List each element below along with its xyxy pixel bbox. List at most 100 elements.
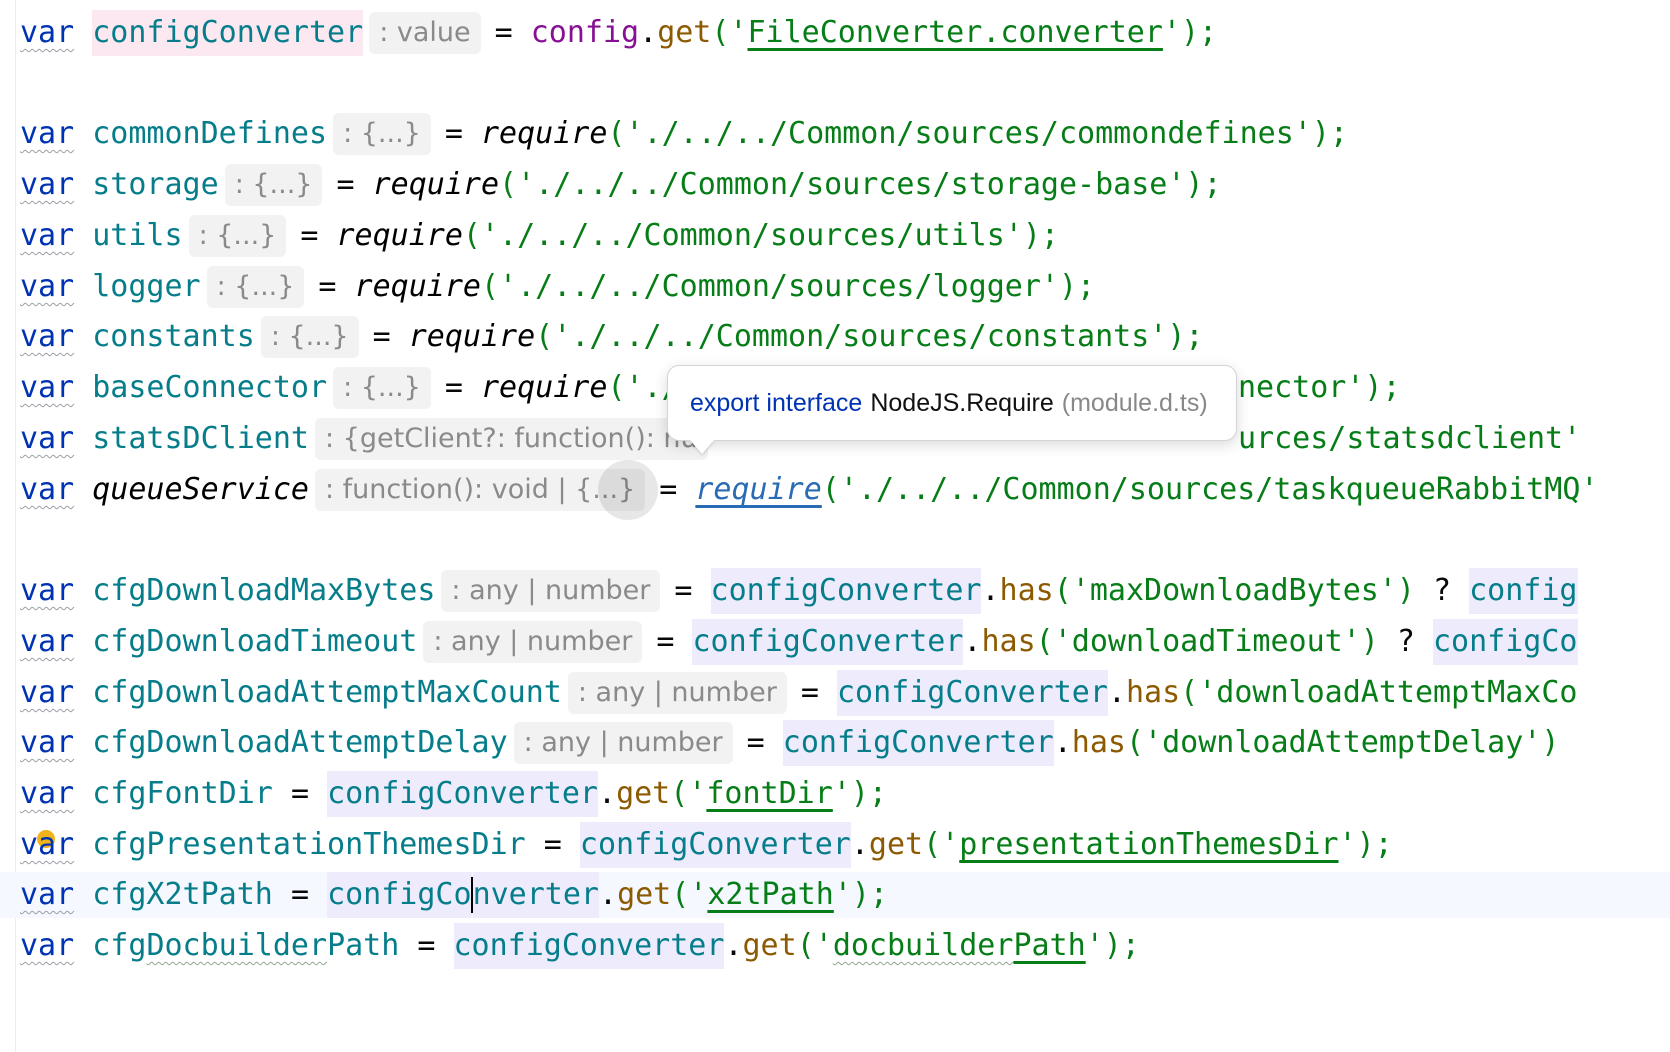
code-line-cfgDownloadAttemptDelay[interactable]: var cfgDownloadAttemptDelay: any | numbe… (20, 720, 1559, 766)
variable-name[interactable]: queueService (92, 467, 309, 513)
keyword-var: var (20, 776, 75, 811)
reference[interactable]: config (1469, 568, 1578, 614)
variable-name[interactable]: cfgDownloadMaxBytes (92, 568, 435, 614)
keyword-var: var (20, 827, 75, 862)
string-arg: ('./../../Common/sources/utils'); (462, 218, 1059, 253)
code-line-commonDefines[interactable]: var commonDefines: {...} = require ('./../… (20, 111, 1348, 157)
string-arg[interactable]: FileConverter.converter (748, 10, 1163, 56)
string-arg[interactable]: presentationThemesDir (959, 822, 1338, 868)
method-call[interactable]: get (616, 771, 670, 817)
code-line-logger[interactable]: var logger: {...} = require ('./../../Comm… (20, 264, 1095, 310)
reference[interactable]: configConverter (692, 619, 964, 665)
reference[interactable]: configConverter (782, 720, 1054, 766)
string-arg: ('downloadAttemptDelay') (1125, 725, 1560, 760)
method-call[interactable]: has (1000, 568, 1054, 614)
variable-name-suffix[interactable]: Path (327, 923, 399, 969)
code-line-constants[interactable]: var constants: {...} = require ('./../../C… (20, 314, 1203, 360)
reference[interactable]: configConverter (836, 670, 1108, 716)
variable-name[interactable]: cfgDownloadAttemptMaxCount (92, 670, 562, 716)
quick-doc-tooltip: export interface NodeJS.Require (module.… (667, 365, 1237, 441)
variable-name[interactable]: commonDefines (92, 111, 327, 157)
code-editor[interactable]: var configConverter: value = config. get ('… (0, 0, 1670, 1052)
require-call[interactable]: require (409, 314, 535, 360)
code-line-cfgDocbuilderPath[interactable]: var cfg Docbuilder Path = configConverter.… (20, 923, 1140, 969)
inlay-type-hint: : {getClient?: function(): nu (315, 418, 708, 460)
code-line-cfgPresentationThemesDir[interactable]: var cfgPresentationThemesDir = configCon… (20, 822, 1393, 868)
code-line-cfgDownloadMaxBytes[interactable]: var cfgDownloadMaxBytes: any | number = c… (20, 568, 1578, 614)
code-line-configConverter[interactable]: var configConverter: value = config. get ('… (20, 10, 1217, 56)
method-call[interactable]: get (743, 923, 797, 969)
variable-name[interactable]: cfgDownloadTimeout (92, 619, 417, 665)
dot: . (1053, 725, 1072, 760)
inlay-type-hint: : any | number (567, 672, 787, 714)
inlay-type-hint: : {...} (333, 367, 431, 409)
code-line-baseConnector-tail: nector'); (1238, 365, 1401, 411)
reference[interactable]: configCo (1433, 619, 1578, 665)
method-call[interactable]: get (869, 822, 923, 868)
variable-name-prefix[interactable]: cfg (92, 923, 146, 969)
reference[interactable]: configConverter (453, 923, 725, 969)
string-arg-typo[interactable]: docbuilder (833, 923, 1014, 969)
reference[interactable]: configConverter (327, 771, 598, 817)
string-arg: ('./../../Common/sources/storage-base'); (499, 167, 1222, 202)
tooltip-type-name[interactable]: NodeJS.Require (870, 389, 1053, 418)
variable-name[interactable]: cfgDownloadAttemptDelay (92, 720, 507, 766)
inlay-type-hint: : {...} (206, 266, 305, 308)
object-ref[interactable]: config (531, 10, 639, 56)
string-arg[interactable]: Path (1013, 923, 1085, 969)
require-link[interactable]: require (695, 467, 821, 513)
variable-name[interactable]: baseConnector (92, 365, 327, 411)
variable-name[interactable]: statsDClient (92, 416, 309, 462)
operator: = (336, 167, 355, 202)
method-call[interactable]: has (981, 619, 1035, 665)
string-close: '); (1162, 15, 1218, 50)
inlay-type-hint: : any | number (423, 621, 643, 663)
variable-name[interactable]: storage (92, 162, 218, 208)
operator: = (674, 573, 693, 608)
reference[interactable]: configConverter (710, 568, 982, 614)
string-arg: ('downloadTimeout') (1035, 624, 1379, 659)
method-call[interactable]: get (657, 10, 711, 56)
variable-name[interactable]: cfgX2tPath (92, 872, 273, 918)
variable-name[interactable]: utils (92, 213, 182, 259)
code-line-utils[interactable]: var utils: {...} = require ('./../../Commo… (20, 213, 1059, 259)
method-call[interactable]: has (1126, 670, 1180, 716)
require-call[interactable]: require (336, 213, 462, 259)
variable-name[interactable]: logger (92, 264, 200, 310)
operator: = (318, 269, 337, 304)
require-call[interactable]: require (481, 111, 607, 157)
keyword-var: var (20, 15, 75, 50)
code-line-baseConnector[interactable]: var baseConnector: {...} = require ('./ (20, 365, 680, 411)
method-call[interactable]: has (1072, 720, 1126, 766)
code-line-queueService[interactable]: var queueService: function(): void | {..… (20, 467, 1598, 513)
string-open: (' (796, 928, 833, 963)
require-call[interactable]: require (481, 365, 607, 411)
code-line-cfgDownloadTimeout[interactable]: var cfgDownloadTimeout: any | number = co… (20, 619, 1578, 665)
string-arg[interactable]: x2tPath (707, 872, 833, 918)
variable-name[interactable]: constants (92, 314, 255, 360)
reference-before-caret[interactable]: configCo (327, 872, 472, 918)
method-call[interactable]: get (617, 872, 671, 918)
variable-name[interactable]: configConverter (92, 10, 364, 56)
code-line-cfgX2tPath[interactable]: var cfgX2tPath = configCo nverter. get (' x2… (0, 872, 1670, 918)
reference-after-caret[interactable]: nverter (472, 872, 599, 918)
code-line-cfgDownloadAttemptMaxCount[interactable]: var cfgDownloadAttemptMaxCount: any | nu… (20, 670, 1578, 716)
dot: . (981, 573, 1000, 608)
string-arg[interactable]: fontDir (706, 771, 832, 817)
string-arg: ('./../../Common/sources/logger'); (480, 269, 1096, 304)
string-open: (' (670, 776, 707, 811)
string-close: '); (833, 877, 888, 912)
variable-name[interactable]: cfgFontDir (92, 771, 273, 817)
code-line-cfgFontDir[interactable]: var cfgFontDir = configConverter. get (' fo… (20, 771, 887, 817)
variable-name[interactable]: cfgPresentationThemesDir (92, 822, 525, 868)
require-call[interactable]: require (355, 264, 481, 310)
operator: = (417, 928, 436, 963)
string-tail: urces/statsdclient' (1238, 421, 1582, 456)
string-arg: ('downloadAttemptMaxCo (1180, 675, 1578, 710)
operator: = (656, 624, 675, 659)
reference[interactable]: configConverter (579, 822, 851, 868)
code-line-storage[interactable]: var storage: {...} = require ('./../../Com… (20, 162, 1222, 208)
code-line-statsDClient[interactable]: var statsDClient: {getClient?: function(… (20, 416, 722, 462)
variable-name-typo[interactable]: Docbuilder (146, 923, 327, 969)
require-call[interactable]: require (373, 162, 499, 208)
